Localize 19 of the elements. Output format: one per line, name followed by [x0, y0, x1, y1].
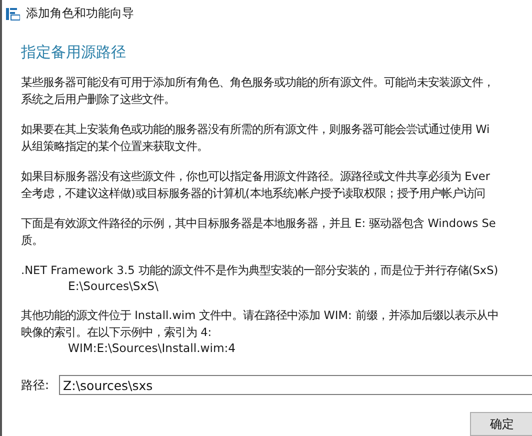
paragraph-line: 系统之后用户删除了这些文件。 [21, 92, 176, 108]
example-path: WIM:E:\Sources\Install.wim:4 [67, 341, 237, 356]
ok-button[interactable]: 确定 [470, 412, 532, 436]
paragraph-line: 其他功能的源文件位于 Install.wim 文件中。请在路径中添加 WIM: 前缀，并添加后缀以表示从中 [21, 308, 500, 324]
path-label: 路径: [21, 376, 50, 394]
window-title: 添加角色和功能向导 [26, 5, 134, 22]
paragraph-line: 全考虑，不建议这样做)或目标服务器的计算机(本地系统)帐户授予读取权限；授予用户帐户访问 [21, 186, 486, 202]
page-heading: 指定备用源路径 [21, 43, 127, 62]
app-icon [6, 6, 20, 20]
paragraph-line: 如果要在其上安装角色或功能的服务器没有所需的所有源文件，则服务器可能会尝试通过使用 Wi [21, 122, 491, 138]
example-path: E:\Sources\SxS\ [67, 279, 160, 294]
paragraph-line: .NET Framework 3.5 功能的源文件不是作为典型安装的一部分安装的，而是位于并行存储(SxS) [21, 263, 500, 279]
path-field[interactable]: Z:\sources\sxs [59, 375, 532, 395]
paragraph-line: 质。 [21, 233, 44, 249]
paragraph-line: 某些服务器可能没有可用于添加所有角色、角色服务或功能的所有源文件。可能尚未安装源文件， [21, 75, 495, 91]
paragraph-line: 如果目标服务器没有这些源文件，你也可以指定备用源文件路径。源路径或文件共享必须为 Ever [21, 169, 492, 185]
paragraph-line: 下面是有效源文件路径的示例，其中目标服务器是本地服务器，并且 E: 驱动器包含 Windows Se [21, 216, 497, 232]
paragraph-line: 映像的索引。在以下示例中，索引为 4: [21, 325, 213, 341]
paragraph-line: 从组策略指定的某个位置来获取文件。 [21, 139, 209, 155]
